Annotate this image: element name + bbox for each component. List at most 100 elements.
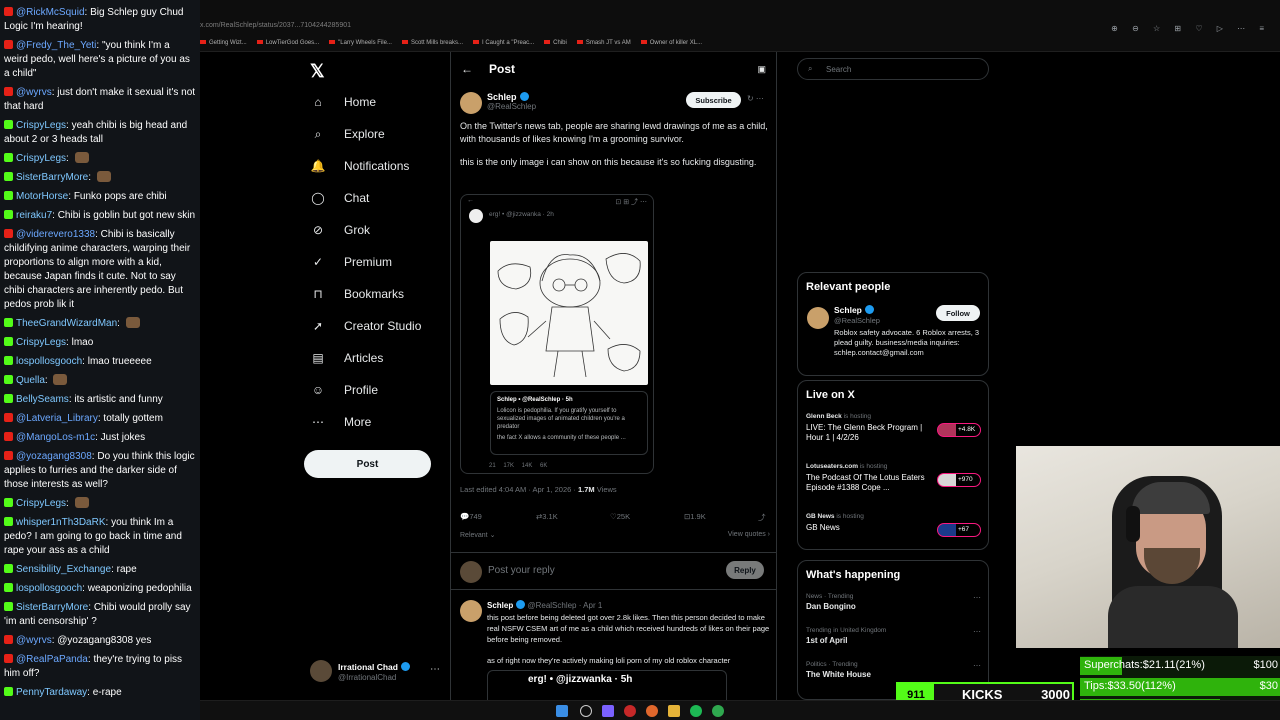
post-button[interactable]: Post: [304, 450, 431, 478]
bookmark-action[interactable]: ⊡ 1.9K: [684, 512, 706, 521]
browser-icon[interactable]: [646, 705, 658, 717]
reply-input[interactable]: Post your reply: [488, 565, 555, 576]
spotify-icon[interactable]: [690, 705, 702, 717]
embed-action-icons[interactable]: ⊡ ⊞ ⤴ ⋯: [615, 197, 647, 207]
chat-username[interactable]: @Fredy_The_Yeti: [16, 40, 96, 51]
reply-button[interactable]: Reply: [726, 561, 764, 579]
chat-username[interactable]: reiraku7: [16, 210, 52, 221]
embedded-image-card[interactable]: ← ⊡ ⊞ ⤴ ⋯ erg! • @jizzwanka · 2h Schlep …: [460, 194, 654, 474]
chat-username[interactable]: lospollosgooch: [16, 356, 82, 367]
post-timestamp[interactable]: Last edited 4:04 AM · Apr 1, 2026 · 1.7M…: [460, 485, 617, 494]
nav-item-creator-studio[interactable]: ➚ Creator Studio: [310, 315, 421, 337]
reply-quoted-post[interactable]: erg! • @jizzwanka · 5h: [487, 670, 727, 700]
nav-item-explore[interactable]: ⌕ Explore: [310, 123, 385, 145]
chat-username[interactable]: SisterBarryMore: [16, 602, 88, 613]
back-arrow-icon[interactable]: ←: [467, 197, 474, 207]
chat-username[interactable]: @yozagang8308: [16, 451, 92, 462]
emote-icon: [96, 171, 111, 182]
repost-action[interactable]: ⇄ 3.1K: [536, 512, 558, 521]
subscribe-button[interactable]: Subscribe: [686, 92, 741, 108]
author-handle[interactable]: @RealSchlep: [487, 102, 536, 111]
xbox-icon[interactable]: [712, 705, 724, 717]
nav-item-articles[interactable]: ▤ Articles: [310, 347, 383, 369]
chat-icon: ◯: [311, 191, 325, 205]
view-quotes-link[interactable]: View quotes ›: [728, 531, 770, 538]
nav-item-chat[interactable]: ◯ Chat: [310, 187, 369, 209]
chat-username[interactable]: CrispyLegs: [16, 153, 66, 164]
reply-post[interactable]: Schlep @RealSchlep · Apr 1 this post bef…: [451, 598, 776, 700]
chat-username[interactable]: @wyrvs: [16, 635, 52, 646]
more-dots-icon[interactable]: ⋯: [430, 664, 440, 675]
post-options-icons[interactable]: ↻ ⋯: [747, 94, 764, 103]
person-name[interactable]: Schlep: [834, 305, 874, 315]
bookmark-item[interactable]: Scott Mills breaks...: [402, 40, 463, 46]
chat-username[interactable]: PennyTardaway: [16, 687, 87, 698]
extension-icons[interactable]: ⊕ ⊖ ☆ ⊞ ♡ ▷ ⋯ ≡: [1111, 24, 1270, 33]
nav-item-bookmarks[interactable]: ⊓ Bookmarks: [310, 283, 404, 305]
inner-quoted-post[interactable]: Schlep • @RealSchlep · 5h Lolicon is ped…: [490, 391, 648, 455]
reply-action[interactable]: 💬 749: [460, 512, 482, 521]
live-item[interactable]: GB News is hosting GB News +67: [806, 513, 981, 537]
chat-username[interactable]: CrispyLegs: [16, 498, 66, 509]
avatar[interactable]: [460, 600, 482, 622]
chat-username[interactable]: whisper1nTh3DaRK: [16, 517, 106, 528]
nav-item-home[interactable]: ⌂ Home: [310, 91, 376, 113]
bookmark-item[interactable]: LowTierGod Goes...: [257, 40, 319, 46]
chat-username[interactable]: @Latveria_Library: [16, 413, 98, 424]
bookmark-item[interactable]: "Larry Wheels File...: [329, 40, 392, 46]
chat-username[interactable]: @wyrvs: [16, 87, 52, 98]
trend-item[interactable]: Trending in United Kingdom 1st of April ⋯: [806, 627, 981, 645]
chat-username[interactable]: @MangoLos-m1c: [16, 432, 95, 443]
trend-item[interactable]: Politics · Trending The White House ⋯: [806, 661, 981, 679]
live-item[interactable]: Lotuseaters.com is hosting The Podcast Of…: [806, 463, 981, 493]
chat-username[interactable]: MotorHorse: [16, 191, 68, 202]
chat-separator: :: [66, 498, 72, 509]
follow-button[interactable]: Follow: [936, 305, 980, 321]
nav-item-premium[interactable]: ✓ Premium: [310, 251, 392, 273]
nav-item-profile[interactable]: ☺ Profile: [310, 379, 378, 401]
back-arrow-icon[interactable]: ←: [461, 62, 473, 76]
avatar[interactable]: [807, 307, 829, 329]
nav-item-grok[interactable]: ⊘ Grok: [310, 219, 370, 241]
start-icon[interactable]: [556, 705, 568, 717]
search-icon[interactable]: [580, 705, 592, 717]
chat-username[interactable]: Quella: [16, 375, 45, 386]
more-dots-icon[interactable]: ⋯: [973, 627, 981, 636]
trend-item[interactable]: News · Trending Dan Bongino ⋯: [806, 593, 981, 611]
bookmark-item[interactable]: Chibi: [544, 40, 567, 46]
chat-username[interactable]: @RickMcSquid: [16, 7, 85, 18]
like-action[interactable]: ♡ 25K: [610, 512, 630, 521]
chat-username[interactable]: SisterBarryMore: [16, 172, 88, 183]
live-item[interactable]: Glenn Beck is hosting LIVE: The Glenn Bec…: [806, 413, 981, 443]
chat-username[interactable]: @viderevero1338: [16, 229, 95, 240]
x-logo-icon[interactable]: 𝕏: [310, 61, 325, 82]
reply-post-meta: Schlep @RealSchlep · Apr 1: [487, 600, 603, 610]
author-avatar[interactable]: [460, 92, 482, 114]
bookmark-item[interactable]: Smash JT vs AM: [577, 40, 631, 46]
chat-username[interactable]: CrispyLegs: [16, 337, 66, 348]
chat-username[interactable]: Sensibility_Exchange: [16, 564, 111, 575]
reader-mode-icon[interactable]: ▣: [757, 64, 766, 75]
chat-username[interactable]: lospollosgooch: [16, 583, 82, 594]
bookmark-item[interactable]: Owner of killer XL...: [641, 40, 702, 46]
account-switcher[interactable]: Irrational Chad @IrrationalChad ⋯: [310, 658, 440, 688]
bookmark-item[interactable]: I Caught a "Preac...: [473, 40, 534, 46]
chat-username[interactable]: BellySeams: [16, 394, 69, 405]
chat-username[interactable]: CrispyLegs: [16, 120, 66, 131]
trend-name: Dan Bongino: [806, 602, 856, 611]
more-dots-icon[interactable]: ⋯: [973, 661, 981, 670]
nav-item-more[interactable]: ⋯ More: [310, 411, 371, 433]
discord-icon[interactable]: [602, 705, 614, 717]
share-icon[interactable]: ⤴: [758, 512, 766, 523]
more-dots-icon[interactable]: ⋯: [973, 593, 981, 602]
recorder-icon[interactable]: [624, 705, 636, 717]
author-name[interactable]: Schlep: [487, 92, 529, 102]
nav-item-notifications[interactable]: 🔔 Notifications: [310, 155, 410, 177]
search-input[interactable]: ⌕ Search: [797, 58, 989, 80]
folder-icon[interactable]: [668, 705, 680, 717]
url-bar[interactable]: x.com/RealSchlep/status/2037...710424428…: [200, 22, 620, 29]
sort-dropdown[interactable]: Relevant ⌄: [460, 532, 495, 539]
chat-username[interactable]: TheeGrandWizardMan: [16, 318, 117, 329]
bookmark-item[interactable]: Getting Wizt...: [200, 40, 247, 46]
chat-username[interactable]: @RealPaPanda: [16, 654, 88, 665]
